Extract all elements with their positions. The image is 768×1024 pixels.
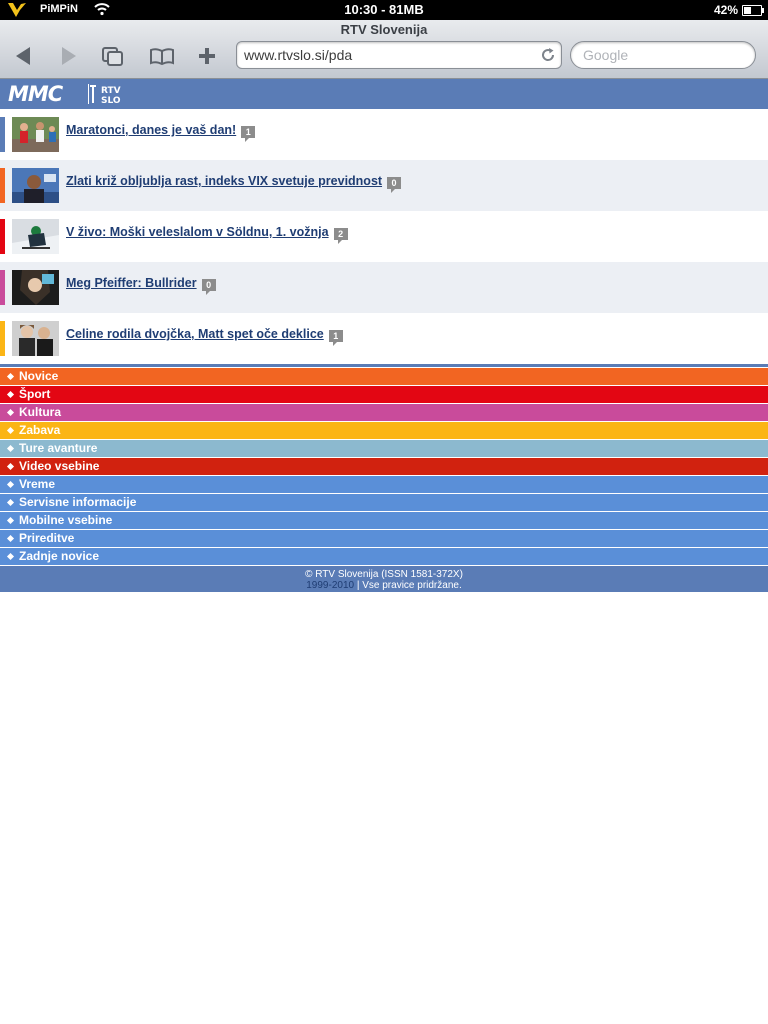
bullet-diamond-icon: [6, 516, 15, 525]
site-header: MMC RTV SLO: [0, 79, 768, 109]
nav-item-servisne-informacije[interactable]: Servisne informacije: [0, 494, 768, 511]
comment-count-badge[interactable]: 1: [328, 330, 343, 346]
comment-count-badge[interactable]: 0: [201, 279, 216, 295]
nav-item-mobilne-vsebine[interactable]: Mobilne vsebine: [0, 512, 768, 529]
article-item[interactable]: Celine rodila dvojčka, Matt spet oče dek…: [0, 313, 768, 364]
rtv-logo-line-1: RTV: [101, 86, 121, 96]
status-bar: PiMPiN 10:30 - 81MB 42%: [0, 0, 768, 20]
footer-years-link[interactable]: 1999-2010: [306, 580, 354, 591]
comment-count-badge[interactable]: 0: [387, 177, 402, 193]
nav-item-kultura[interactable]: Kultura: [0, 404, 768, 421]
battery-icon: [742, 5, 764, 16]
article-category-bar: [0, 321, 5, 356]
pages-icon: [102, 47, 123, 66]
nav-item-label: Šport: [19, 387, 51, 401]
browser-toolbar: RTV Slovenija: [0, 20, 768, 79]
nav-item-vreme[interactable]: Vreme: [0, 476, 768, 493]
article-headline[interactable]: Zlati križ obljublja rast, indeks VIX sv…: [66, 174, 382, 188]
article-thumbnail-speaker[interactable]: [12, 168, 59, 203]
status-clock: 10:30 - 81MB: [344, 2, 424, 17]
nav-item-label: Servisne informacije: [19, 495, 137, 509]
add-bookmark-button[interactable]: [193, 44, 221, 68]
forward-button[interactable]: [54, 44, 82, 68]
footer-rights-line: 1999-2010 | Vse pravice pridržane.: [0, 580, 768, 591]
article-headline[interactable]: Maratonci, danes je vaš dan!: [66, 123, 236, 137]
nav-item-sport[interactable]: Šport: [0, 386, 768, 403]
bullet-diamond-icon: [6, 426, 15, 435]
category-nav: Novice Šport Kultura Zabava Ture avantur…: [0, 368, 768, 566]
bullet-diamond-icon: [6, 390, 15, 399]
bullet-diamond-icon: [6, 462, 15, 471]
rtv-logo-line-2: SLO: [101, 96, 121, 106]
article-thumbnail-portrait[interactable]: [12, 270, 59, 305]
address-bar[interactable]: [236, 41, 562, 69]
nav-item-label: Zabava: [19, 423, 61, 437]
article-category-bar: [0, 117, 5, 152]
bookmarks-book-icon: [150, 48, 174, 66]
article-headline[interactable]: Celine rodila dvojčka, Matt spet oče dek…: [66, 327, 324, 341]
nav-item-novice[interactable]: Novice: [0, 368, 768, 385]
back-button[interactable]: [10, 44, 38, 68]
reload-icon[interactable]: [540, 47, 556, 63]
nav-item-label: Novice: [19, 369, 59, 383]
bullet-diamond-icon: [6, 444, 15, 453]
article-thumbnail-couple[interactable]: [12, 321, 59, 356]
nav-separator: [0, 364, 768, 367]
bullet-diamond-icon: [6, 372, 15, 381]
nav-item-zadnje-novice[interactable]: Zadnje novice: [0, 548, 768, 565]
comment-count-badge[interactable]: 1: [241, 126, 256, 142]
page-title: RTV Slovenija: [340, 22, 428, 37]
nav-item-label: Video vsebine: [19, 459, 100, 473]
article-item[interactable]: V živo: Moški veleslalom v Söldnu, 1. vo…: [0, 211, 768, 262]
footer-rights-text: | Vse pravice pridržane.: [354, 580, 462, 591]
article-item[interactable]: Meg Pfeiffer: Bullrider 0: [0, 262, 768, 313]
article-item[interactable]: Maratonci, danes je vaš dan! 1: [0, 109, 768, 160]
plus-icon: [199, 48, 215, 64]
bullet-diamond-icon: [6, 480, 15, 489]
footer-copyright: © RTV Slovenija (ISSN 1581-372X): [305, 569, 463, 580]
nav-item-label: Prireditve: [19, 531, 75, 545]
bullet-diamond-icon: [6, 408, 15, 417]
forward-arrow-icon: [62, 47, 76, 65]
nav-item-label: Vreme: [19, 477, 56, 491]
nav-item-video-vsebine[interactable]: Video vsebine: [0, 458, 768, 475]
article-thumbnail-skier[interactable]: [12, 219, 59, 254]
nav-item-ture-avanture[interactable]: Ture avanture: [0, 440, 768, 457]
article-category-bar: [0, 168, 5, 203]
nav-item-label: Mobilne vsebine: [19, 513, 113, 527]
back-arrow-icon: [16, 47, 30, 65]
search-input[interactable]: [583, 46, 743, 64]
bullet-diamond-icon: [6, 552, 15, 561]
bullet-diamond-icon: [6, 534, 15, 543]
article-headline[interactable]: V živo: Moški veleslalom v Söldnu, 1. vo…: [66, 225, 329, 239]
mmc-logo[interactable]: MMC: [8, 83, 63, 105]
site-footer: © RTV Slovenija (ISSN 1581-372X) 1999-20…: [0, 566, 768, 592]
article-category-bar: [0, 270, 5, 305]
pages-button[interactable]: [99, 44, 127, 68]
nav-item-prireditve[interactable]: Prireditve: [0, 530, 768, 547]
article-list: Maratonci, danes je vaš dan! 1 Zlati kri…: [0, 109, 768, 364]
nav-item-label: Kultura: [19, 405, 61, 419]
article-thumbnail-runners[interactable]: [12, 117, 59, 152]
url-input[interactable]: [244, 46, 534, 64]
comment-count-badge[interactable]: 2: [333, 228, 348, 244]
battery-percent: 42%: [713, 3, 738, 17]
article-item[interactable]: Zlati križ obljublja rast, indeks VIX sv…: [0, 160, 768, 211]
article-headline[interactable]: Meg Pfeiffer: Bullrider: [66, 276, 197, 290]
battery-fill: [744, 7, 751, 14]
article-category-bar: [0, 219, 5, 254]
rtv-slo-logo[interactable]: RTV SLO: [88, 82, 128, 106]
bullet-diamond-icon: [6, 498, 15, 507]
nav-item-zabava[interactable]: Zabava: [0, 422, 768, 439]
nav-item-label: Zadnje novice: [19, 549, 100, 563]
bookmarks-button[interactable]: [148, 44, 176, 68]
nav-item-label: Ture avanture: [19, 441, 98, 455]
search-bar[interactable]: [570, 41, 756, 69]
